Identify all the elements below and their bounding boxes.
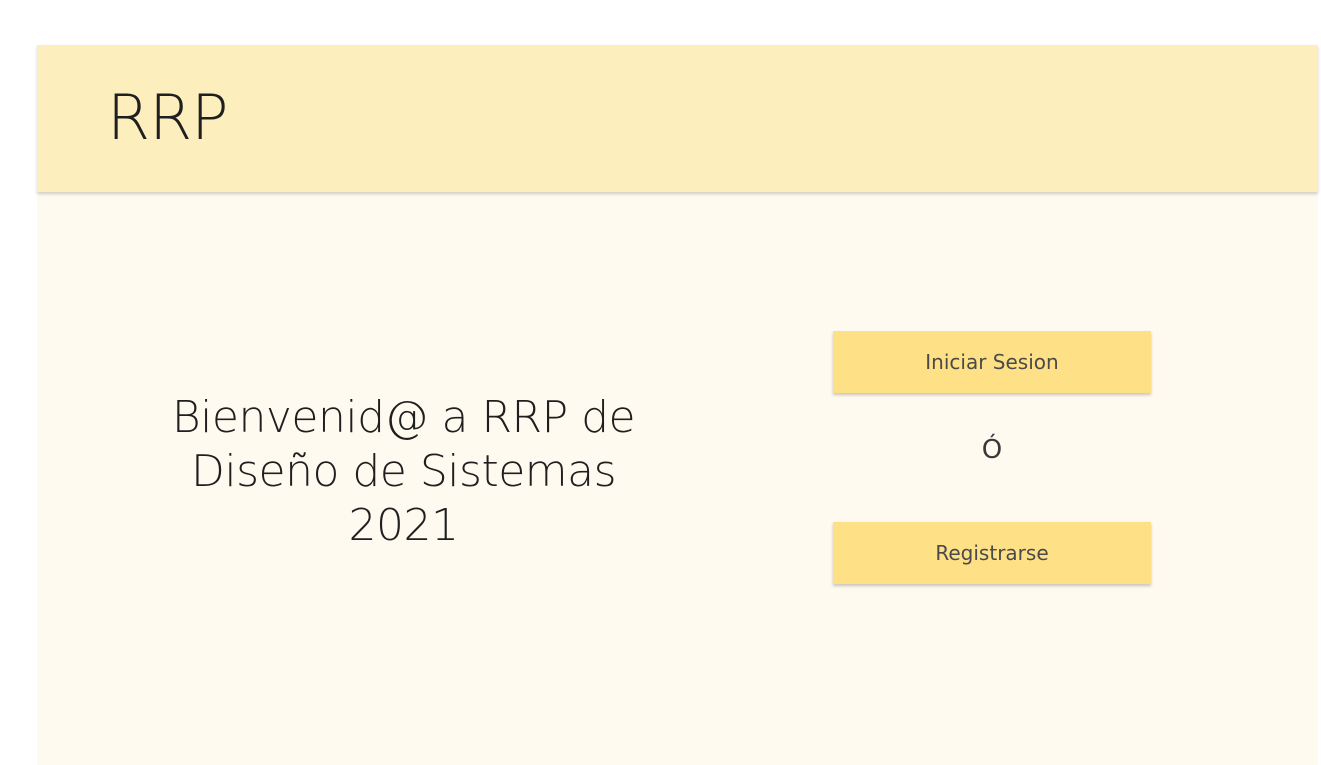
login-button[interactable]: Iniciar Sesion [833,331,1151,393]
welcome-line-1: Bienvenid@ a RRP de [171,392,636,443]
register-button[interactable]: Registrarse [833,522,1151,584]
page-frame: RRP Bienvenid@ a RRP de Diseño de Sistem… [37,45,1318,765]
header: RRP [37,45,1318,192]
welcome-line-2: Diseño de Sistemas [190,446,617,497]
welcome-line-3: 2021 [348,500,459,551]
or-separator: Ó [981,435,1003,465]
brand-logo[interactable]: RRP [107,83,229,153]
welcome-message: Bienvenid@ a RRP de Diseño de Sistemas 2… [137,391,670,553]
